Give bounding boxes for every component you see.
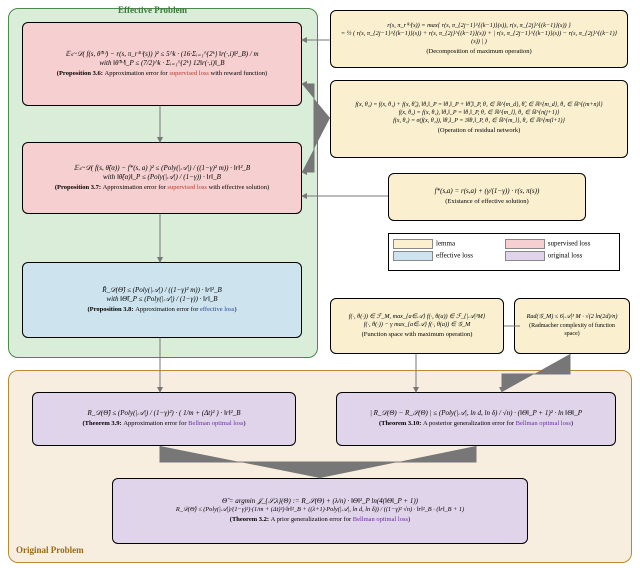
lemma-func-math2: f(·, θ(·)) − γ max_{a∈𝒜} f(·, θ(a)) ∈ 𝒢_… (337, 321, 497, 329)
lemma-res-math2: f(x, θ₂) = f(x, θ₁), ‖θ₂‖_P = ‖θ₁‖_P, θ₁… (337, 110, 621, 118)
legend-effective: effective loss (393, 251, 503, 261)
prop-3-8-caption: (Proposition 3.8: Approximation error fo… (29, 306, 295, 314)
lemma-rad-caption: (Radmacher complexity of function space) (521, 323, 623, 339)
prop-3-7-box: 𝔼ₛ~𝒟( f(s, θ̂(α)) − f*(s, a) )² ≤ (Poly(… (22, 142, 302, 214)
lemma-res-math1: f(x, θ₂) = f(x, θ₁) + f(x, θ̃₂), ‖θ₂‖_P … (337, 102, 621, 110)
prop-3-7-math2: with ‖θ̂(α)‖_P ≤ (Poly(|𝒜|) / (1−γ)) · ‖… (29, 173, 295, 182)
thm-3-10-box: | R_𝒟(Θ) − R_𝒮(Θ) | ≤ (Poly(|𝒜|, ln d, l… (336, 392, 616, 446)
lemma-residual-box: f(x, θ₂) = f(x, θ₁) + f(x, θ̃₂), ‖θ₂‖_P … (330, 80, 628, 158)
legend-supervised: supervised loss (505, 239, 615, 249)
thm-3-9-box: R_𝒟(Θ̂) ≤ (Poly(|𝒜|) / (1−γ)²) · ( 1/m +… (32, 392, 296, 446)
legend-lemma: lemma (393, 239, 503, 249)
thm-3-10-caption: (Theorem 3.10: A posterior generalizatio… (343, 420, 609, 428)
thm-3-2-caption: (Theorem 3.2: A prior generalization err… (119, 516, 521, 524)
legend-original: original loss (505, 251, 615, 261)
thm-3-2-box: Θ̂ = argmin 𝒥_{𝒮,λ}(Θ) := R_𝒮(Θ) + (λ/n)… (112, 478, 528, 544)
lemma-exist-math1: f*(s,a) = r(s,a) + (γ/(1−γ)) · r(s, π(s)… (395, 187, 579, 196)
lemma-decomp-caption: (Decomposition of maximum operation) (337, 48, 621, 56)
lemma-existence-box: f*(s,a) = r(s,a) + (γ/(1−γ)) · r(s, π(s)… (388, 173, 586, 221)
thm-3-9-math1: R_𝒟(Θ̂) ≤ (Poly(|𝒜|) / (1−γ)²) · ( 1/m +… (39, 409, 289, 418)
lemma-decomp-math1: r(s, π_r⁽ᵏ⁾(s)) = max{ r(s, π_{2j−1}^{(k… (337, 22, 621, 30)
lemma-res-caption: (Operation of residual network) (337, 127, 621, 135)
effective-problem-title: Effective Problem (118, 5, 187, 15)
prop-3-6-caption: (Proposition 3.6: Approximation error fo… (29, 70, 295, 78)
lemma-rademacher-box: Rad(𝒢_M) ≤ 6|𝒜|³ M · √(2 ln(2d)/n) (Radm… (514, 298, 630, 354)
prop-3-8-math1: R̂_𝒟(Θ̂) ≤ (Poly(|𝒜|) / ((1−γ)² m)) · ‖r… (29, 286, 295, 295)
lemma-func-caption: (Function space with maximum operation) (337, 331, 497, 339)
prop-3-8-math2: with ‖Θ̂‖_P ≤ (Poly(|𝒜|) / (1−γ)) · ‖r‖_… (29, 295, 295, 304)
lemma-decomposition-box: r(s, π_r⁽ᵏ⁾(s)) = max{ r(s, π_{2j−1}^{(k… (330, 10, 628, 68)
thm-3-2-math2: R_𝒟(Θ̂) ≤ (Poly(|𝒜|)/(1−γ)²)·(1/m + (Δt)… (119, 506, 521, 514)
lemma-res-math3: f(x, θ₂) = σ(f(x, θ₁)), ‖θ₂‖_P = 3‖θ₁‖_P… (337, 118, 621, 126)
lemma-function-space-box: f(·, θ(·)) ∈ ℱ_M, max_{a∈𝒜} f(·, θ(a)) ∈… (330, 298, 504, 354)
lemma-exist-caption: (Existance of effective solution) (395, 198, 579, 206)
prop-3-7-caption: (Proposition 3.7: Approximation error fo… (29, 184, 295, 192)
lemma-func-math1: f(·, θ(·)) ∈ ℱ_M, max_{a∈𝒜} f(·, θ(a)) ∈… (337, 313, 497, 321)
lemma-rad-math1: Rad(𝒢_M) ≤ 6|𝒜|³ M · √(2 ln(2d)/n) (521, 313, 623, 321)
legend-box: lemma supervised loss effective loss ori… (388, 233, 620, 271)
prop-3-6-math1: 𝔼ₛ~𝒟( f(s, θ̂⁽ᵏ⁾) − r(s, π_r⁽ᵏ⁾(s)) )² ≤… (29, 50, 295, 59)
prop-3-6-box: 𝔼ₛ~𝒟( f(s, θ̂⁽ᵏ⁾) − r(s, π_r⁽ᵏ⁾(s)) )² ≤… (22, 22, 302, 106)
prop-3-6-math2: with ‖θ̂⁽ᵏ⁾‖_P ≤ (7/2)^k · Σᵢ₌₁^{2ᵏ} 12‖… (29, 59, 295, 68)
lemma-decomp-math2: = ½ ( r(s, π_{2j−1}^{(k−1)}(s)) + r(s, π… (337, 30, 621, 46)
thm-3-2-math1: Θ̂ = argmin 𝒥_{𝒮,λ}(Θ) := R_𝒮(Θ) + (λ/n)… (119, 497, 521, 506)
thm-3-10-math1: | R_𝒟(Θ) − R_𝒮(Θ) | ≤ (Poly(|𝒜|, ln d, l… (343, 409, 609, 418)
prop-3-8-box: R̂_𝒟(Θ̂) ≤ (Poly(|𝒜|) / ((1−γ)² m)) · ‖r… (22, 262, 302, 338)
thm-3-9-caption: (Theorem 3.9: Approximation error for Be… (39, 420, 289, 428)
prop-3-7-math1: 𝔼ₛ~𝒟( f(s, θ̂(α)) − f*(s, a) )² ≤ (Poly(… (29, 164, 295, 173)
original-problem-title: Original Problem (16, 545, 84, 555)
